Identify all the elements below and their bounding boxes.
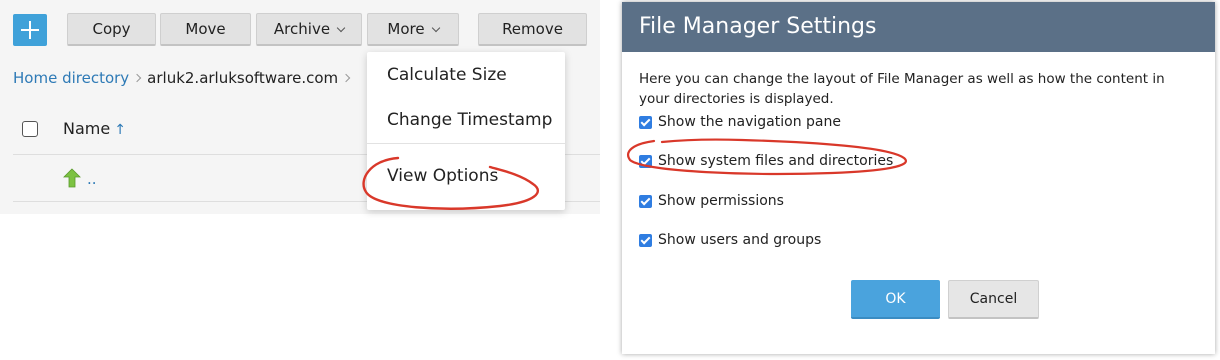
move-button-label: Move [185, 20, 226, 38]
menu-item-change-timestamp[interactable]: Change Timestamp [387, 110, 552, 130]
more-button-label: More [387, 20, 425, 38]
checkbox-checked[interactable] [639, 115, 652, 129]
up-arrow-icon [63, 168, 81, 188]
ok-button[interactable]: OK [851, 280, 940, 319]
cancel-button-label: Cancel [969, 291, 1018, 307]
archive-button[interactable]: Archive [256, 13, 362, 46]
menu-divider [367, 143, 565, 144]
breadcrumb-current: arluk2.arluksoftware.com [147, 69, 339, 87]
file-manager-settings-dialog: File Manager Settings Here you can chang… [622, 2, 1215, 354]
chevron-down-icon [336, 23, 346, 32]
copy-button-label: Copy [92, 20, 131, 38]
more-button[interactable]: More [367, 13, 459, 46]
menu-item-view-options[interactable]: View Options [387, 166, 498, 186]
checkbox-checked[interactable] [639, 154, 652, 168]
cancel-button[interactable]: Cancel [948, 280, 1039, 319]
option-label: Show the navigation pane [658, 114, 841, 130]
option-label: Show permissions [658, 193, 784, 209]
name-column-label: Name [63, 119, 111, 138]
menu-item-calculate-size[interactable]: Calculate Size [387, 65, 507, 85]
parent-directory-link[interactable]: .. [87, 170, 97, 188]
file-manager-panel: Copy Move Archive More Remove Home direc… [0, 0, 600, 214]
option-label: Show system files and directories [658, 153, 894, 169]
dialog-header: File Manager Settings [622, 2, 1215, 52]
option-show-navigation-pane[interactable]: Show the navigation pane [639, 114, 841, 130]
remove-button-label: Remove [502, 20, 563, 38]
checkbox-checked[interactable] [639, 194, 652, 208]
dialog-description: Here you can change the layout of File M… [639, 71, 1165, 107]
archive-button-label: Archive [273, 20, 331, 38]
copy-button[interactable]: Copy [67, 13, 156, 46]
ok-button-label: OK [885, 290, 906, 307]
breadcrumb: Home directory arluk2.arluksoftware.com [13, 67, 356, 89]
name-column-header[interactable]: Name ↑ [63, 119, 126, 138]
chevron-right-icon [132, 73, 142, 83]
option-show-system-files[interactable]: Show system files and directories [639, 153, 893, 169]
select-all-checkbox[interactable] [22, 121, 38, 137]
add-button[interactable] [13, 14, 47, 46]
chevron-down-icon [431, 23, 440, 32]
remove-button[interactable]: Remove [478, 13, 587, 46]
option-show-permissions[interactable]: Show permissions [639, 193, 784, 209]
option-label: Show users and groups [658, 232, 822, 248]
move-button[interactable]: Move [160, 13, 251, 46]
dialog-title: File Manager Settings [639, 14, 877, 39]
checkbox-checked[interactable] [639, 233, 652, 247]
chevron-right-icon [341, 73, 351, 83]
sort-ascending-icon: ↑ [114, 122, 126, 138]
more-dropdown-menu: Calculate Size Change Timestamp View Opt… [367, 52, 565, 210]
option-show-users-groups[interactable]: Show users and groups [639, 232, 821, 248]
breadcrumb-home-link[interactable]: Home directory [13, 69, 129, 87]
